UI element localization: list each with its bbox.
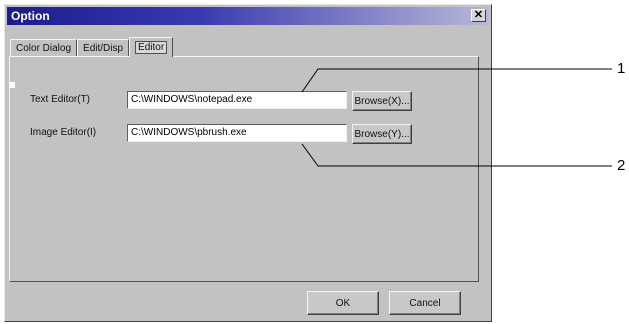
callout-line-1 bbox=[301, 68, 612, 93]
tab-editor-label: Editor bbox=[135, 41, 168, 54]
callout-number-1: 1 bbox=[617, 60, 626, 77]
callout-lines bbox=[301, 68, 612, 167]
tab-editor[interactable]: Editor bbox=[129, 37, 174, 57]
callout-number-2: 2 bbox=[617, 157, 626, 174]
callout-line-2 bbox=[301, 143, 612, 167]
